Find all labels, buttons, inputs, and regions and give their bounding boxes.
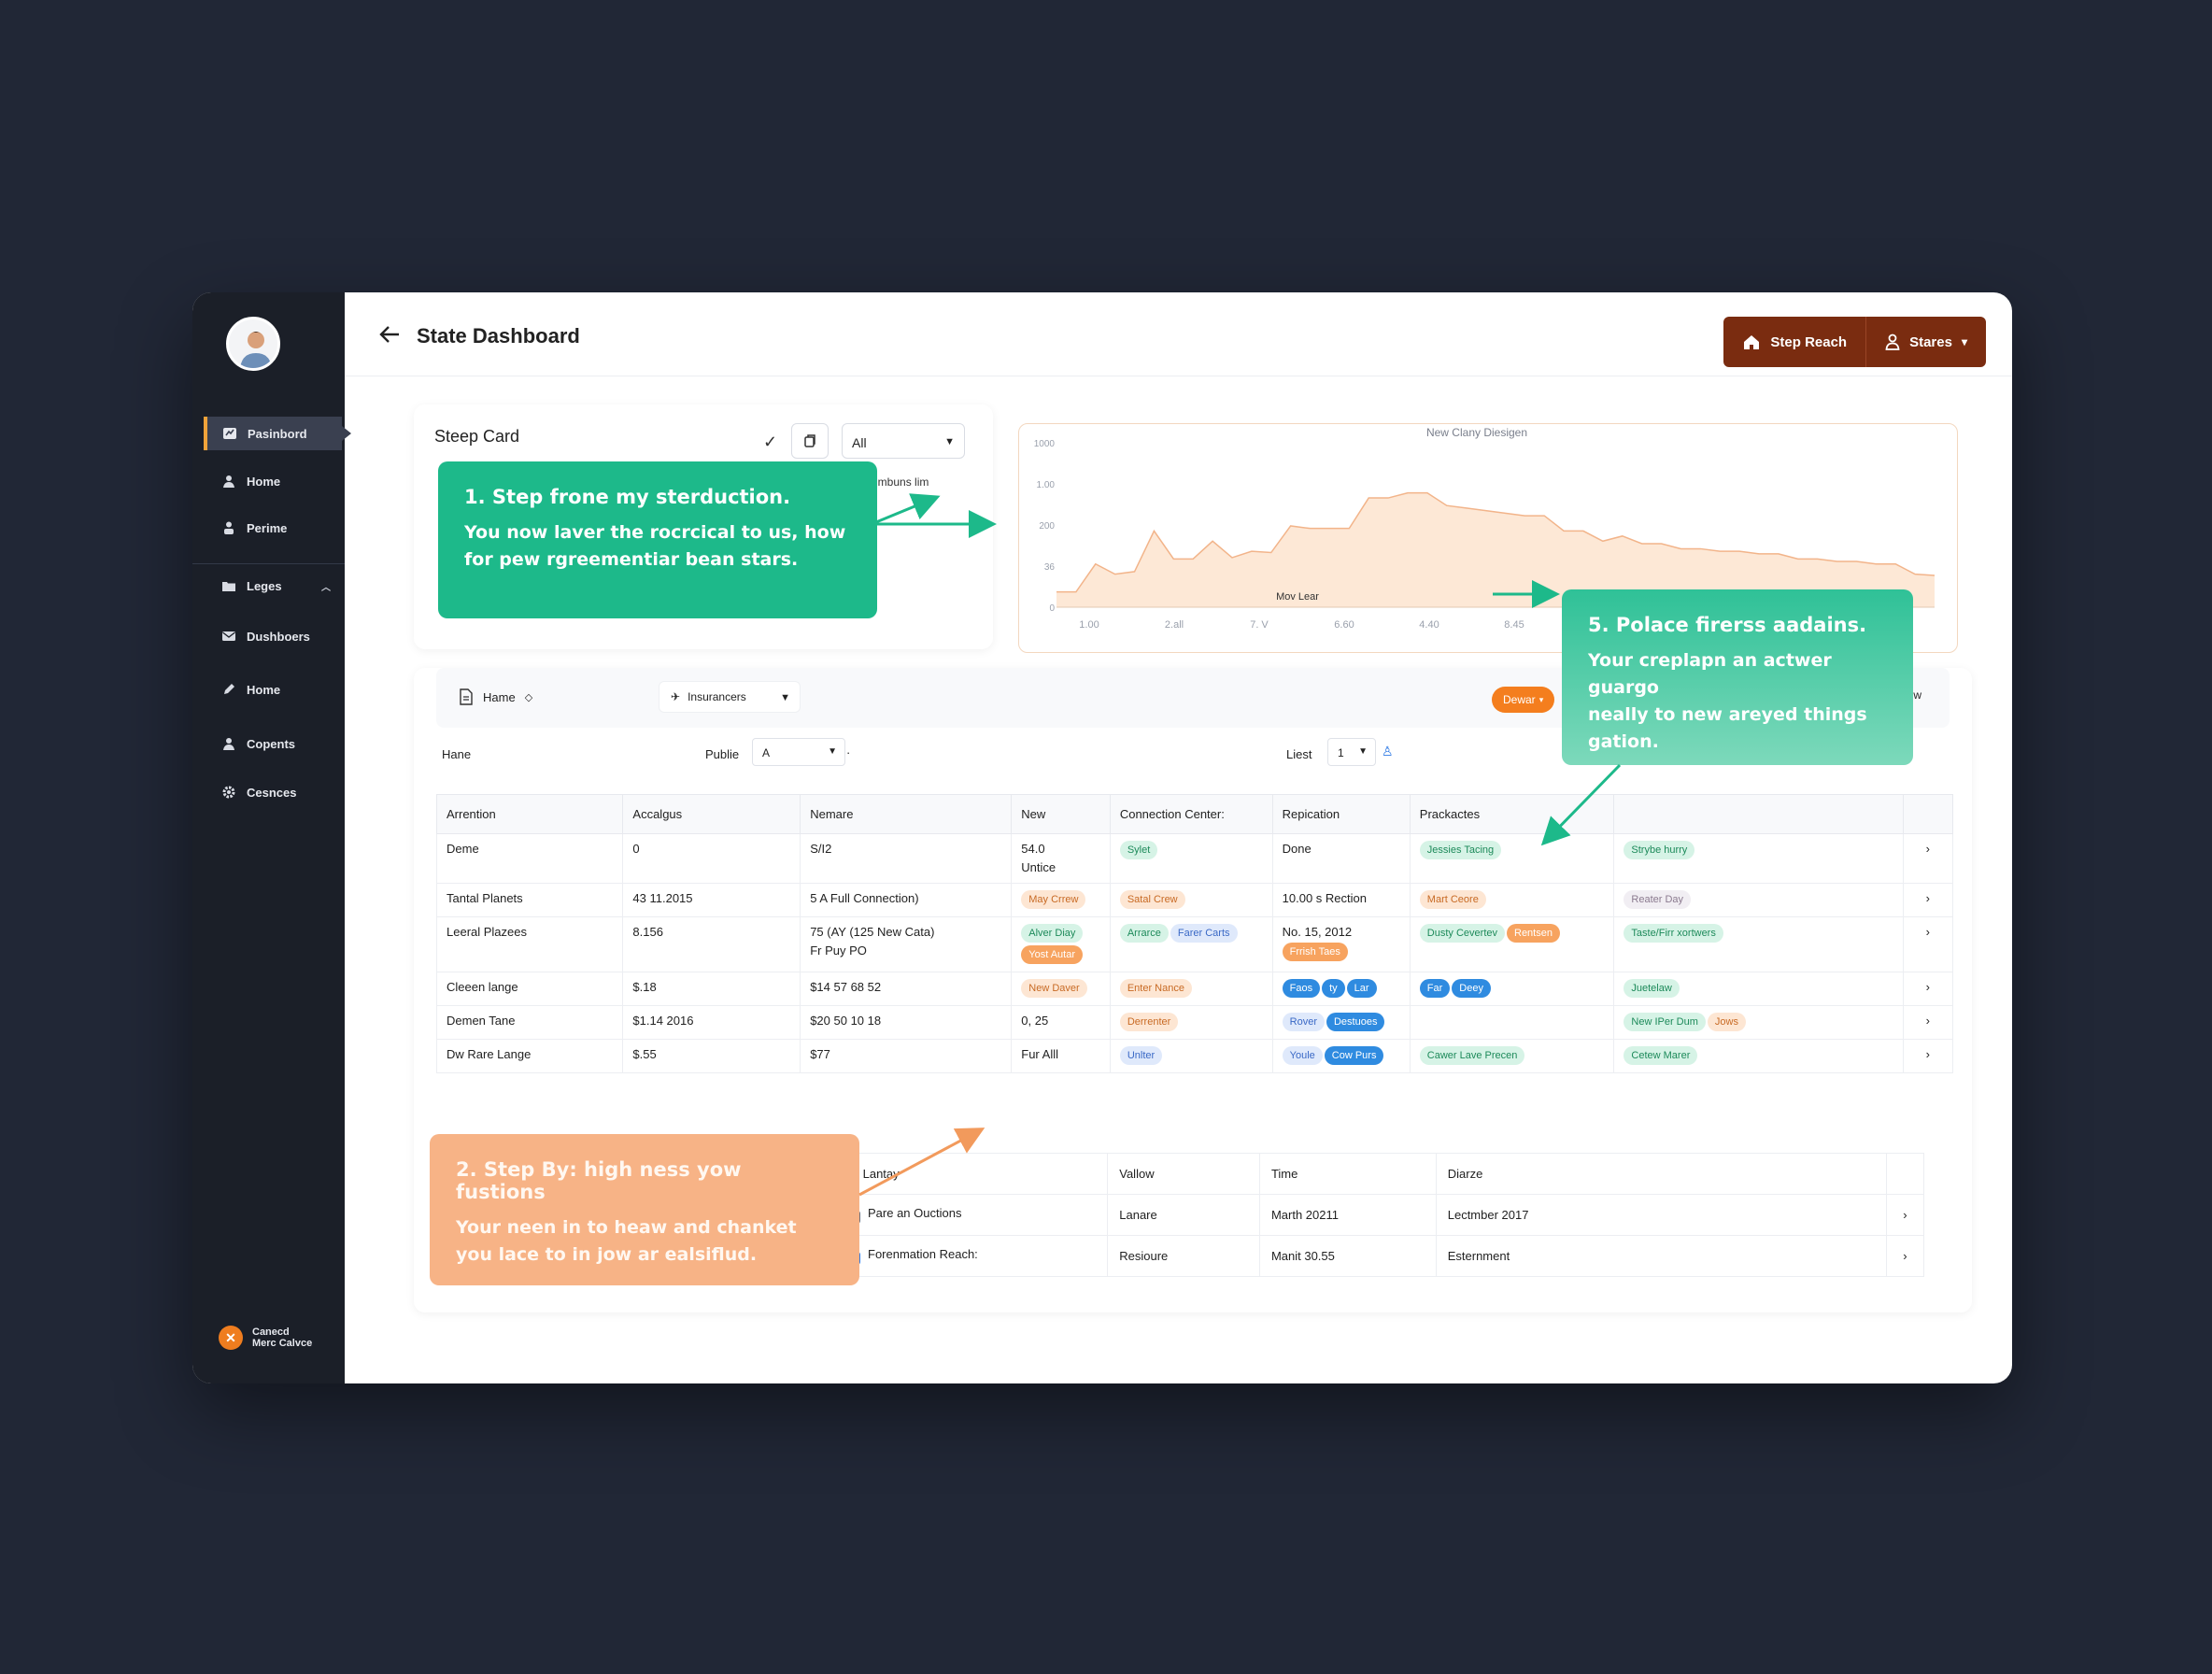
arrow-line <box>1540 763 1622 846</box>
arrow-line <box>858 1128 985 1197</box>
callout-arrows <box>858 493 1622 1197</box>
app-window: Pasinbord Home Perime Leges ︿ Dushboers … <box>192 292 2012 1383</box>
arrow-line <box>871 493 941 526</box>
